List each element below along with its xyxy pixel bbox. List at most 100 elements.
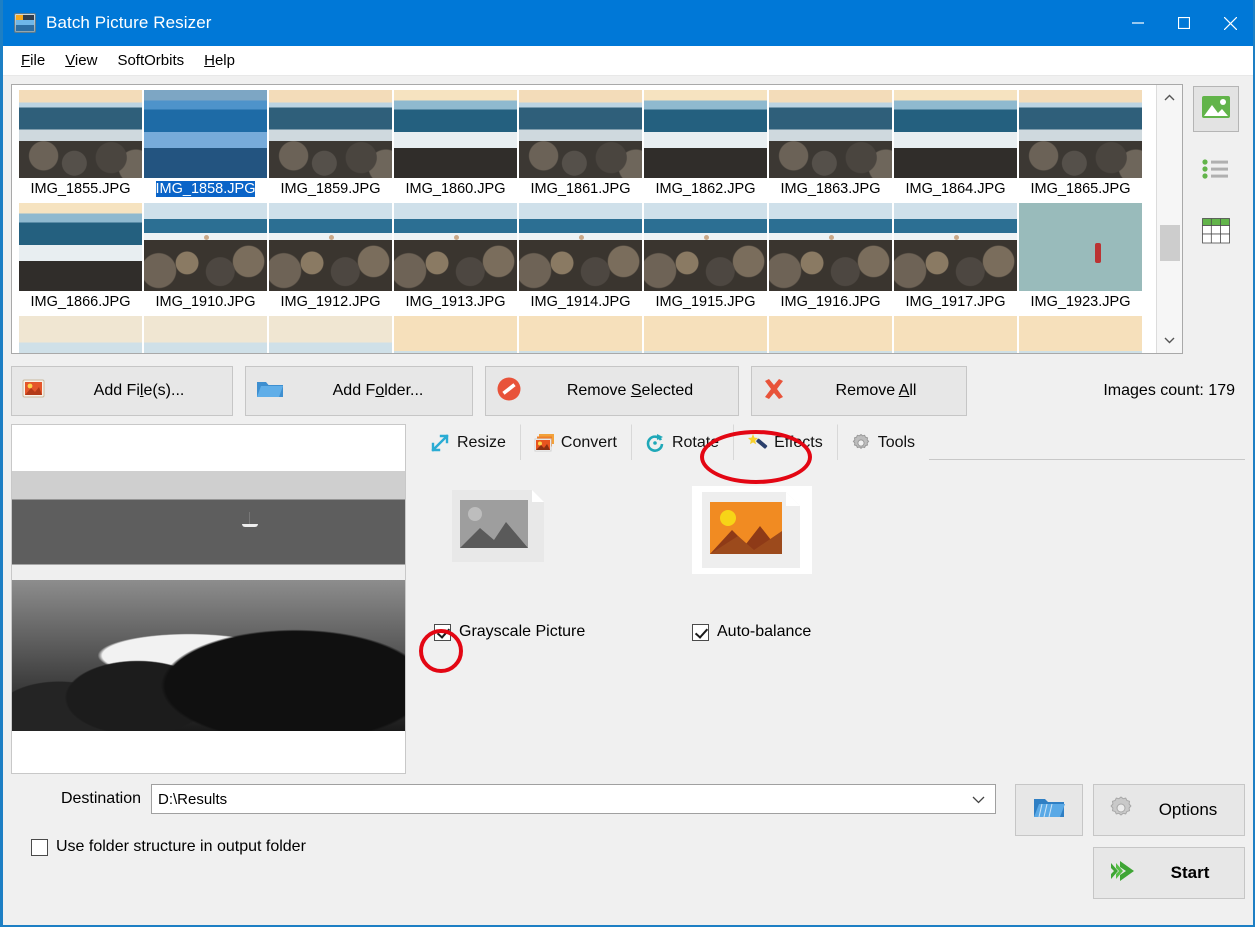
thumbnail-scrollbar[interactable] [1156,85,1182,353]
menu-item-help[interactable]: Help [196,49,243,72]
chevron-down-icon[interactable] [972,792,985,807]
thumbnail-caption: IMG_1914.JPG [530,294,631,310]
autobalance-checkbox[interactable] [692,623,709,641]
thumbnail-item[interactable] [268,316,393,353]
thumbnail-item[interactable]: IMG_1865.JPG [1018,90,1143,203]
start-button[interactable]: Start [1093,847,1245,899]
thumbnail-image [519,203,642,291]
scrollbar-thumb[interactable] [1160,225,1180,261]
menu-item-view[interactable]: View [57,49,105,72]
thumbnail-caption: IMG_1859.JPG [280,181,381,197]
destination-section: Destination D:\Results Use folder struct… [11,784,1005,856]
folder-structure-row[interactable]: Use folder structure in output folder [31,838,1005,856]
folder-structure-checkbox[interactable] [31,838,48,856]
preview-image [12,471,405,731]
thumbnail-image [1019,203,1142,291]
thumbnail-image [769,316,892,353]
window-title: Batch Picture Resizer [46,13,212,32]
thumbnail-item[interactable] [518,316,643,353]
thumbnail-item[interactable]: IMG_1859.JPG [268,90,393,203]
tab-rotate[interactable]: Rotate [630,424,734,460]
thumbnail-caption: IMG_1923.JPG [1030,294,1131,310]
remove-all-button[interactable]: Remove All [751,366,967,416]
thumbnail-image [644,316,767,353]
title-bar: Batch Picture Resizer [3,0,1253,46]
grayscale-checkbox[interactable] [434,623,451,641]
thumbnail-image [769,203,892,291]
menu-item-file[interactable]: FFileile [13,49,53,72]
thumbnail-caption: IMG_1915.JPG [655,294,756,310]
lower-area: Resize Convert Rotate Effects Tools Gray… [11,424,1245,774]
thumbnail-item[interactable]: IMG_1864.JPG [893,90,1018,203]
picture-icon [1201,95,1231,124]
thumbnail-item[interactable]: IMG_1861.JPG [518,90,643,203]
thumbnail-item[interactable]: IMG_1917.JPG [893,203,1018,316]
tab-tools[interactable]: Tools [836,424,930,460]
menu-item-softorbits[interactable]: SoftOrbits [109,49,192,72]
thumbnail-item[interactable]: IMG_1862.JPG [643,90,768,203]
close-icon[interactable] [1207,0,1253,46]
thumbnail-image [269,203,392,291]
thumbnail-item[interactable]: IMG_1914.JPG [518,203,643,316]
settings-panel: Resize Convert Rotate Effects Tools Gray… [416,424,1245,774]
grayscale-checkbox-row[interactable]: Grayscale Picture [434,623,585,641]
grayscale-label: Grayscale Picture [459,623,586,640]
thumbnail-item[interactable]: IMG_1923.JPG [1018,203,1143,316]
add-files-button[interactable]: Add File(s)... [11,366,233,416]
browse-folder-button[interactable] [1015,784,1083,836]
file-action-buttons: Add File(s)... Add Folder... Remove Sele… [11,366,1245,416]
view-mode-thumbnail-button[interactable] [1193,86,1239,132]
thumbnail-image [769,90,892,178]
thumbnail-item[interactable] [393,316,518,353]
preview-panel [11,424,406,774]
tab-tools-label: Tools [877,433,916,451]
thumbnail-item[interactable] [1018,316,1143,353]
scroll-up-arrow-icon[interactable] [1157,85,1183,111]
thumbnail-item[interactable] [768,316,893,353]
thumbnail-item[interactable] [18,316,143,353]
thumbnail-item[interactable]: IMG_1858.JPG [143,90,268,203]
thumbnail-item[interactable] [643,316,768,353]
options-label: Options [1158,800,1218,819]
thumbnail-item[interactable]: IMG_1915.JPG [643,203,768,316]
rotate-icon [645,433,665,453]
remove-selected-button[interactable]: Remove Selected [485,366,739,416]
effects-tab-panel: Grayscale Picture Auto-balance [416,460,1245,774]
thumbnail-item[interactable]: IMG_1910.JPG [143,203,268,316]
tab-resize[interactable]: Resize [416,424,520,460]
thumbnail-image [1019,316,1142,353]
thumbnail-caption: IMG_1855.JPG [30,181,131,197]
destination-input[interactable]: D:\Results [151,784,996,814]
thumbnail-image [394,90,517,178]
autobalance-label: Auto-balance [717,623,812,640]
thumbnail-item[interactable] [143,316,268,353]
thumbnail-image [269,90,392,178]
thumbnail-item[interactable]: IMG_1863.JPG [768,90,893,203]
thumbnail-item[interactable]: IMG_1860.JPG [393,90,518,203]
tab-convert[interactable]: Convert [519,424,631,460]
view-mode-list-button[interactable] [1193,148,1239,194]
thumbnail-item[interactable]: IMG_1866.JPG [18,203,143,316]
autobalance-option: Auto-balance [692,486,950,641]
minimize-icon[interactable] [1115,0,1161,46]
thumbnail-image [19,90,142,178]
scroll-down-arrow-icon[interactable] [1157,327,1183,353]
tab-effects[interactable]: Effects [733,424,837,460]
thumbnail-item[interactable]: IMG_1913.JPG [393,203,518,316]
tab-rotate-label: Rotate [671,433,720,451]
maximize-icon[interactable] [1161,0,1207,46]
thumbnail-item[interactable]: IMG_1855.JPG [18,90,143,203]
thumbnail-item[interactable]: IMG_1916.JPG [768,203,893,316]
thumbnail-list[interactable]: IMG_1855.JPG IMG_1858.JPG IMG_1859.JPG IMG_… [11,84,1183,354]
thumbnail-image [394,316,517,353]
view-mode-details-button[interactable] [1193,210,1239,256]
folder-icon [256,378,284,405]
thumbnail-item[interactable] [893,316,1018,353]
color-photo-icon [692,486,812,574]
autobalance-checkbox-row[interactable]: Auto-balance [692,623,811,641]
thumbnail-item[interactable]: IMG_1912.JPG [268,203,393,316]
gear-icon [1108,795,1134,826]
images-count-label: Images count: 179 [1103,382,1235,399]
options-button[interactable]: Options [1093,784,1245,836]
add-folder-button[interactable]: Add Folder... [245,366,473,416]
